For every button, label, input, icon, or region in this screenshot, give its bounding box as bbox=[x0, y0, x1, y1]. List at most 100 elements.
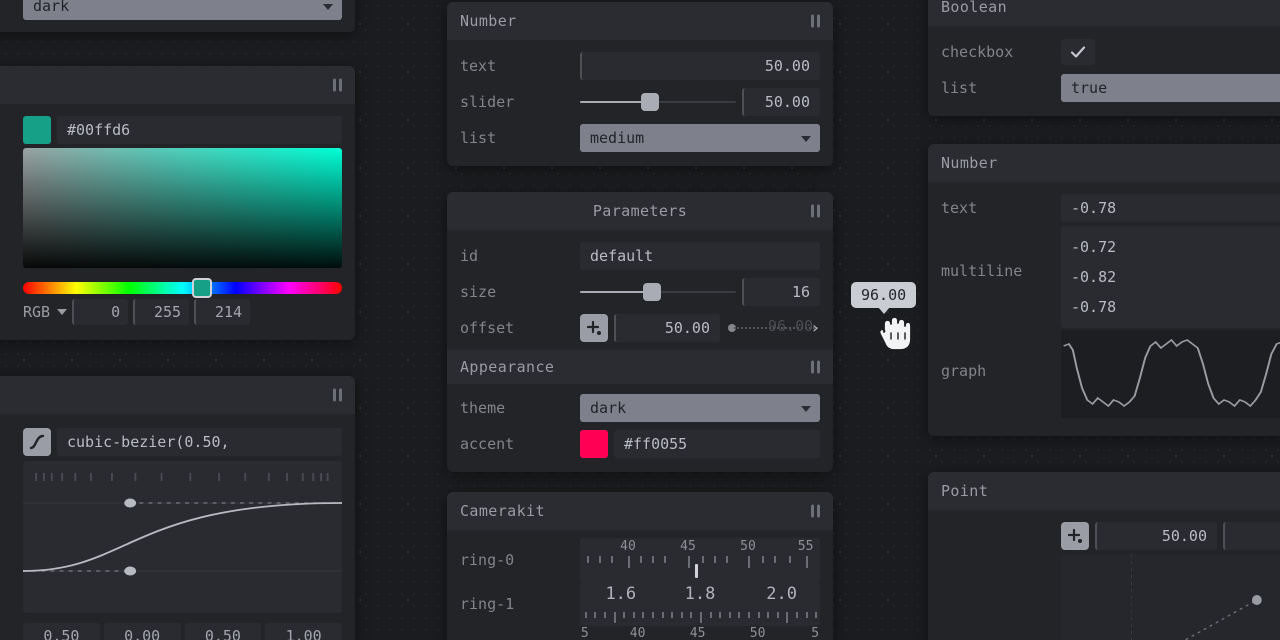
ruler-tick-label: 55 bbox=[798, 539, 814, 554]
panel-point-header[interactable]: Point bbox=[928, 472, 1280, 510]
drag-handle-icon[interactable] bbox=[331, 79, 343, 92]
drag-handle-icon[interactable] bbox=[809, 505, 821, 518]
row-ring-2: ring-2 5 40 45 50 5 bbox=[447, 626, 833, 640]
accent-swatch[interactable] bbox=[580, 430, 608, 458]
accent-hex-input[interactable]: #ff0055 bbox=[614, 430, 820, 458]
slider-fill bbox=[580, 101, 650, 103]
ruler-tick-label: 50 bbox=[740, 539, 756, 554]
row-label: ring-0 bbox=[460, 551, 570, 569]
multiline-input[interactable]: -0.72 -0.82 -0.78 bbox=[1061, 226, 1280, 328]
bezier-x1-input[interactable]: 0.50 bbox=[23, 623, 100, 640]
param-size-slider[interactable] bbox=[580, 278, 736, 306]
drag-handle-icon[interactable] bbox=[809, 15, 821, 28]
list-select[interactable]: dark bbox=[23, 0, 342, 20]
panel-title: Parameters bbox=[460, 202, 820, 220]
ring-0-cursor[interactable] bbox=[695, 564, 698, 578]
drag-handle-icon[interactable] bbox=[331, 389, 343, 402]
point-picker-icon[interactable] bbox=[580, 314, 608, 342]
row-label: multiline bbox=[941, 226, 1051, 280]
panel-point: Point 50.00 50. picker bbox=[928, 472, 1280, 640]
channel-b-input[interactable]: 214 bbox=[194, 299, 250, 325]
panel-number-right: Number text -0.78 multiline -0.72 -0.82 … bbox=[928, 144, 1280, 436]
theme-select[interactable]: dark bbox=[580, 394, 820, 422]
row-param-size: size 16 bbox=[447, 274, 833, 310]
bezier-editor[interactable] bbox=[23, 461, 342, 613]
panel-title: Camerakit bbox=[460, 502, 545, 520]
row-label: text bbox=[460, 57, 570, 75]
panel-parameters: Parameters id default size 16 bbox=[447, 192, 833, 472]
point-x-input[interactable]: 50.00 bbox=[1095, 522, 1217, 550]
channel-g-input[interactable]: 255 bbox=[133, 299, 189, 325]
drag-handle-icon[interactable] bbox=[809, 361, 821, 374]
ruler-tick-label: 1.6 bbox=[605, 584, 636, 604]
ring-1-ruler[interactable]: 1.6 1.8 2.0 bbox=[580, 582, 820, 626]
panel-number-header[interactable]: Number bbox=[447, 2, 833, 40]
ruler-tick-label: 5 bbox=[811, 626, 819, 640]
panel-color-header[interactable]: lor bbox=[0, 66, 355, 104]
panel-essentials-header[interactable]: sentials bbox=[0, 376, 355, 414]
row-number-slider: slider 50.00 bbox=[447, 84, 833, 120]
row-param-id: id default bbox=[447, 238, 833, 274]
panel-camerakit-header[interactable]: Camerakit bbox=[447, 492, 833, 530]
color-mode-select[interactable]: RGB bbox=[23, 303, 67, 321]
row-label: size bbox=[460, 283, 570, 301]
bezier-x2-input[interactable]: 0.50 bbox=[185, 623, 262, 640]
ruler-tick-label: 40 bbox=[620, 539, 636, 554]
param-size-input[interactable]: 16 bbox=[742, 278, 820, 306]
row-label: list bbox=[941, 79, 1051, 97]
number-slider-input[interactable]: 50.00 bbox=[742, 88, 820, 116]
checkbox-toggle[interactable] bbox=[1061, 39, 1095, 65]
list-select-value: dark bbox=[33, 0, 69, 15]
panel-boolean: Boolean checkbox list true bbox=[928, 0, 1280, 116]
color-swatch[interactable] bbox=[23, 116, 51, 144]
number-text-input[interactable]: 50.00 bbox=[580, 52, 820, 80]
number-list-select[interactable]: medium bbox=[580, 124, 820, 152]
saturation-value-box[interactable] bbox=[23, 148, 342, 268]
row-label: list bbox=[460, 129, 570, 147]
theme-select-value: dark bbox=[590, 399, 626, 417]
point-y-input[interactable]: 50. bbox=[1223, 522, 1280, 550]
panel-number-right-header[interactable]: Number bbox=[928, 144, 1280, 182]
drag-value-tooltip: 96.00 bbox=[851, 282, 916, 308]
offset-drag-track[interactable]: 96.00 › bbox=[726, 314, 820, 342]
ring-0-ruler[interactable]: 40 45 50 55 bbox=[580, 538, 820, 582]
ruler-tick-label: 2.0 bbox=[766, 584, 797, 604]
drag-handle-icon[interactable] bbox=[809, 205, 821, 218]
point-picker-icon[interactable] bbox=[1061, 522, 1089, 550]
bezier-y1-input[interactable]: 0.00 bbox=[104, 623, 181, 640]
row-label: id bbox=[460, 247, 570, 265]
multiline-line: -0.82 bbox=[1071, 262, 1280, 292]
bezier-expression-input[interactable]: cubic-bezier(0.50, bbox=[57, 428, 342, 456]
row-param-offset: offset 50.00 96.00 › bbox=[447, 310, 833, 346]
right-text-input[interactable]: -0.78 bbox=[1061, 194, 1280, 222]
boolean-list-value: true bbox=[1071, 79, 1107, 97]
hex-input[interactable]: #00ffd6 bbox=[57, 116, 342, 144]
ease-curve-icon[interactable] bbox=[23, 428, 51, 456]
row-number-list: list medium bbox=[447, 120, 833, 156]
waveform-graph[interactable] bbox=[1061, 330, 1280, 418]
row-label: text bbox=[941, 199, 1051, 217]
row-point-pad: picker bbox=[928, 554, 1280, 640]
row-label: ring-1 bbox=[460, 595, 570, 613]
panel-appearance-header[interactable]: Appearance bbox=[447, 350, 833, 384]
boolean-list-select[interactable]: true bbox=[1061, 74, 1280, 102]
row-label: checkbox bbox=[941, 43, 1051, 61]
hue-thumb[interactable] bbox=[192, 278, 212, 298]
panel-boolean-header[interactable]: Boolean bbox=[928, 0, 1280, 26]
slider-thumb[interactable] bbox=[643, 283, 661, 301]
slider-thumb[interactable] bbox=[641, 93, 659, 111]
param-id-input[interactable]: default bbox=[580, 242, 820, 270]
number-slider[interactable] bbox=[580, 88, 736, 116]
panel-parameters-header[interactable]: Parameters bbox=[447, 192, 833, 230]
point-pad[interactable] bbox=[1061, 554, 1280, 640]
row-multiline: multiline -0.72 -0.82 -0.78 bbox=[928, 226, 1280, 330]
bezier-y2-input[interactable]: 1.00 bbox=[265, 623, 342, 640]
chevron-down-icon bbox=[801, 136, 811, 142]
drag-arrow-icon: › bbox=[810, 321, 820, 335]
channel-r-input[interactable]: 0 bbox=[72, 299, 128, 325]
ring-2-ruler[interactable]: 5 40 45 50 5 bbox=[580, 626, 820, 640]
row-label: picker bbox=[941, 554, 1051, 640]
ruler-tick-label: 40 bbox=[630, 626, 646, 640]
param-offset-input[interactable]: 50.00 bbox=[614, 314, 720, 342]
hue-slider[interactable] bbox=[23, 282, 342, 294]
